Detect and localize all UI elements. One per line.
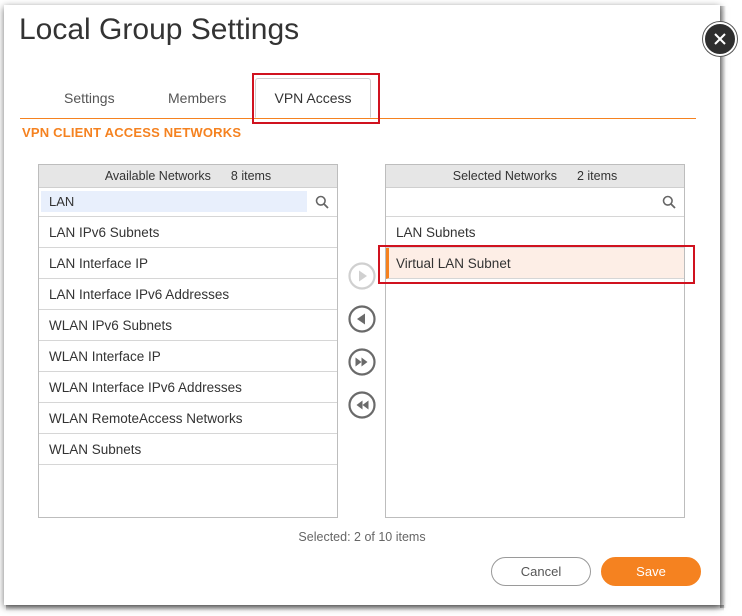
section-title: VPN CLIENT ACCESS NETWORKS — [22, 125, 242, 140]
available-network-item[interactable]: LAN Interface IPv6 Addresses — [39, 279, 337, 310]
available-network-item[interactable]: LAN Interface IP — [39, 248, 337, 279]
tab-members[interactable]: Members — [168, 90, 226, 106]
save-button[interactable]: Save — [601, 557, 701, 586]
available-network-item[interactable]: WLAN RemoteAccess Networks — [39, 403, 337, 434]
move-right-button[interactable] — [347, 261, 377, 291]
selected-networks-panel: Selected Networks 2 items LAN Subnets Vi… — [385, 164, 685, 518]
move-all-left-button[interactable] — [347, 390, 377, 420]
cancel-button[interactable]: Cancel — [491, 557, 591, 586]
available-networks-title: Available Networks — [104, 169, 211, 183]
close-button[interactable] — [703, 22, 737, 56]
selected-filter-row — [386, 188, 684, 217]
selected-item-highlight — [378, 245, 695, 284]
dialog-shadow-bottom — [6, 605, 724, 611]
available-network-item[interactable]: WLAN Subnets — [39, 434, 337, 465]
dialog-title: Local Group Settings — [19, 13, 300, 46]
available-networks-header: Available Networks 8 items — [39, 165, 337, 188]
dialog-shadow — [720, 6, 726, 608]
available-networks-panel: Available Networks 8 items LAN IPv6 Subn… — [38, 164, 338, 518]
search-icon[interactable] — [662, 195, 676, 209]
selected-networks-count: 2 items — [576, 169, 618, 183]
available-network-item[interactable]: WLAN IPv6 Subnets — [39, 310, 337, 341]
move-all-right-button[interactable] — [347, 347, 377, 377]
available-network-item[interactable]: WLAN Interface IP — [39, 341, 337, 372]
available-search-input[interactable] — [41, 191, 307, 212]
vpn-access-tab-highlight — [252, 73, 380, 124]
available-network-item[interactable]: WLAN Interface IPv6 Addresses — [39, 372, 337, 403]
move-left-button[interactable] — [347, 304, 377, 334]
tab-settings[interactable]: Settings — [64, 90, 115, 106]
selected-search-input[interactable] — [388, 191, 654, 212]
available-networks-count: 8 items — [230, 169, 272, 183]
selected-networks-header: Selected Networks 2 items — [386, 165, 684, 188]
selected-network-item[interactable]: LAN Subnets — [386, 217, 684, 248]
selection-status: Selected: 2 of 10 items — [298, 530, 426, 544]
search-icon[interactable] — [315, 195, 329, 209]
available-network-item[interactable]: LAN IPv6 Subnets — [39, 217, 337, 248]
available-filter-row — [39, 188, 337, 217]
close-icon — [714, 33, 726, 45]
selected-networks-title: Selected Networks — [452, 169, 557, 183]
